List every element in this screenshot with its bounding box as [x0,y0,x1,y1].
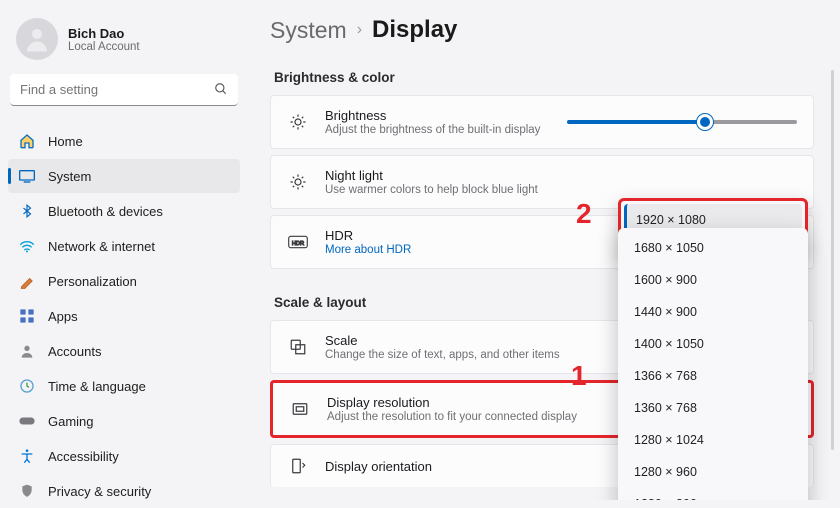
user-name: Bich Dao [68,26,140,41]
search-icon [214,82,228,99]
nav: Home System Bluetooth & devices Network … [8,124,240,508]
nav-label: Time & language [48,379,146,394]
orientation-icon [287,457,309,475]
dropdown-item[interactable]: 1600 × 900 [622,264,804,296]
nav-label: Gaming [48,414,94,429]
avatar [16,18,58,60]
dropdown-item[interactable]: 1366 × 768 [622,360,804,392]
sidebar-item-privacy[interactable]: Privacy & security [8,474,240,508]
user-subtitle: Local Account [68,41,140,53]
night-light-icon [287,173,309,191]
personalization-icon [18,272,36,290]
nav-label: Apps [48,309,78,324]
section-brightness-color: Brightness & color [274,70,814,85]
dropdown-item[interactable]: 1400 × 1050 [622,328,804,360]
home-icon [18,132,36,150]
dropdown-item[interactable]: 1280 × 1024 [622,424,804,456]
dropdown-item[interactable]: 1440 × 900 [622,296,804,328]
annotation-2: 2 [576,198,592,230]
chevron-right-icon: › [357,21,362,39]
accounts-icon [18,342,36,360]
resolution-dropdown-list: 1680 × 1050 1600 × 900 1440 × 900 1400 ×… [618,228,808,500]
sidebar-item-network[interactable]: Network & internet [8,229,240,263]
card-title: Brightness [325,108,551,123]
sidebar-item-accounts[interactable]: Accounts [8,334,240,368]
nav-label: Home [48,134,83,149]
bluetooth-icon [18,202,36,220]
sidebar-item-accessibility[interactable]: Accessibility [8,439,240,473]
sidebar-item-bluetooth[interactable]: Bluetooth & devices [8,194,240,228]
sidebar-item-gaming[interactable]: Gaming [8,404,240,438]
scrollbar[interactable] [831,70,834,450]
sidebar-item-apps[interactable]: Apps [8,299,240,333]
sidebar-item-system[interactable]: System [8,159,240,193]
hdr-icon: HDR [287,235,309,249]
network-icon [18,237,36,255]
dropdown-item[interactable]: 1280 × 800 [622,488,804,500]
sidebar: Bich Dao Local Account Home System Bluet… [0,0,248,500]
privacy-icon [18,482,36,500]
nav-label: Personalization [48,274,137,289]
brightness-slider[interactable] [567,120,797,124]
main-content: System › Display Brightness & color Brig… [248,0,840,500]
nav-label: Accessibility [48,449,119,464]
scale-icon [287,338,309,356]
brightness-icon [287,113,309,131]
resolution-icon [289,400,311,418]
card-subtitle: Adjust the brightness of the built-in di… [325,124,551,136]
nav-label: Bluetooth & devices [48,204,163,219]
breadcrumb-parent[interactable]: System [270,17,347,44]
nav-label: System [48,169,91,184]
card-brightness[interactable]: Brightness Adjust the brightness of the … [270,95,814,149]
page-title: Display [372,16,457,44]
accessibility-icon [18,447,36,465]
dropdown-item[interactable]: 1360 × 768 [622,392,804,424]
search-input[interactable] [10,74,238,106]
card-title: Night light [325,168,797,183]
gaming-icon [18,412,36,430]
annotation-1: 1 [571,360,587,392]
nav-label: Accounts [48,344,101,359]
dropdown-item[interactable]: 1680 × 1050 [622,232,804,264]
dropdown-item[interactable]: 1280 × 960 [622,456,804,488]
user-account-row[interactable]: Bich Dao Local Account [8,8,240,74]
breadcrumb: System › Display [270,16,814,44]
sidebar-item-time[interactable]: Time & language [8,369,240,403]
card-subtitle: Use warmer colors to help block blue lig… [325,184,797,196]
system-icon [18,167,36,185]
sidebar-item-home[interactable]: Home [8,124,240,158]
svg-text:HDR: HDR [292,241,304,247]
sidebar-item-personalization[interactable]: Personalization [8,264,240,298]
time-icon [18,377,36,395]
nav-label: Network & internet [48,239,155,254]
nav-label: Privacy & security [48,484,151,499]
apps-icon [18,307,36,325]
